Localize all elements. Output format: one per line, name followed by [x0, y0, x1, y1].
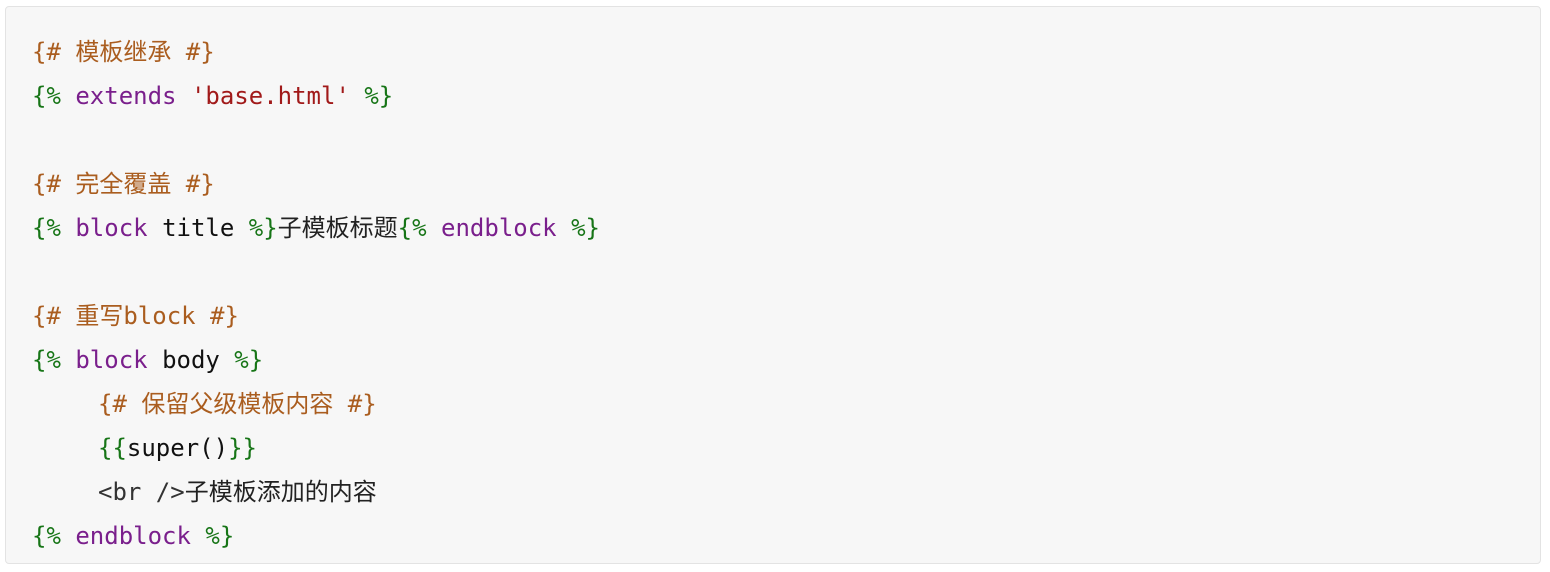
template-comment: {# 完全覆盖 #} [32, 170, 215, 198]
tag-close: %} [219, 346, 264, 374]
added-content-text: 子模板添加的内容 [184, 478, 377, 506]
code-line-7: {# 重写block #} [32, 294, 1540, 338]
block-name-body: body [162, 346, 220, 374]
keyword-endblock: endblock [426, 214, 572, 242]
code-line-1: {# 模板继承 #} [32, 30, 1540, 74]
code-line-5: {% block title %}子模板标题{% endblock %} [32, 206, 1540, 250]
super-call: super() [126, 434, 229, 462]
tag-close: %} [349, 82, 394, 110]
keyword-block: block [60, 346, 163, 374]
code-line-10: {{super()}} [32, 426, 1540, 470]
code-block: {# 模板继承 #} {% extends 'base.html' %} {# … [5, 6, 1541, 564]
keyword-endblock: endblock [60, 522, 206, 550]
tag-open: {% [32, 214, 61, 242]
tag-close: %} [571, 214, 600, 242]
tag-open: {% [32, 346, 61, 374]
code-line-3-blank [32, 118, 1540, 162]
code-line-12: {% endblock %} [32, 514, 1540, 558]
string-base-html: 'base.html' [190, 82, 350, 110]
tag-close: %} [234, 214, 278, 242]
tag-open: {% [397, 214, 427, 242]
code-line-6-blank [32, 250, 1540, 294]
code-line-9: {# 保留父级模板内容 #} [32, 382, 1540, 426]
code-line-2: {% extends 'base.html' %} [32, 74, 1540, 118]
tag-open: {% [32, 82, 61, 110]
template-comment: {# 重写block #} [32, 302, 239, 330]
variable-open: {{ [98, 434, 127, 462]
keyword-block: block [60, 214, 163, 242]
code-line-11: <br />子模板添加的内容 [32, 470, 1540, 514]
block-content-text: 子模板标题 [277, 214, 398, 242]
tag-open: {% [32, 522, 61, 550]
block-name-title: title [162, 214, 235, 242]
code-line-4: {# 完全覆盖 #} [32, 162, 1540, 206]
code-line-8: {% block body %} [32, 338, 1540, 382]
tag-close: %} [205, 522, 235, 550]
template-comment: {# 模板继承 #} [32, 38, 215, 66]
keyword-extends: extends [60, 82, 191, 110]
html-br-tag: <br /> [98, 478, 185, 506]
variable-close: }} [228, 434, 257, 462]
template-comment: {# 保留父级模板内容 #} [98, 390, 377, 418]
